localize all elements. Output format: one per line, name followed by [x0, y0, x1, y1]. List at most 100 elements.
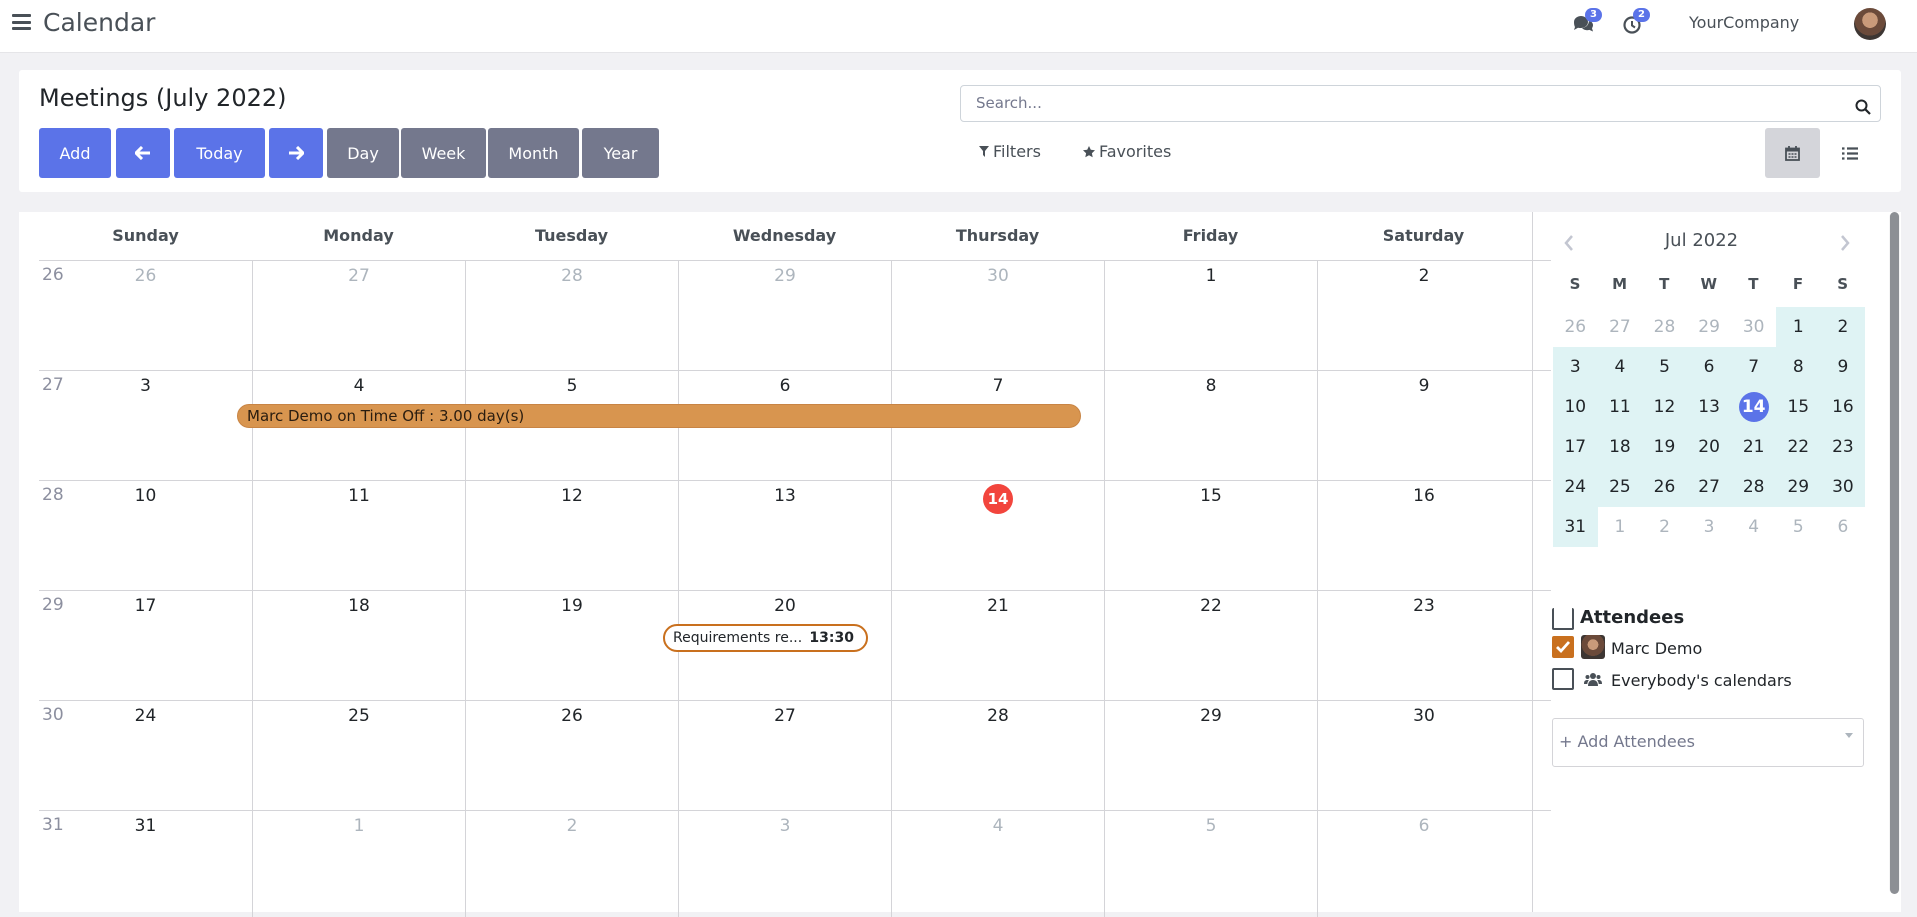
mini-calendar-day[interactable]: 26 [1553, 307, 1598, 347]
day-cell[interactable]: 1 [252, 811, 465, 917]
day-cell[interactable]: 25 [252, 701, 465, 811]
day-cell[interactable]: 19 [465, 591, 678, 701]
scale-day-button[interactable]: Day [327, 128, 399, 178]
add-attendees-input[interactable] [1559, 732, 1839, 751]
day-cell[interactable]: 29 [1104, 701, 1317, 811]
day-cell[interactable]: 17 [39, 591, 252, 701]
scale-year-button[interactable]: Year [582, 128, 659, 178]
mini-calendar-day[interactable]: 30 [1731, 307, 1776, 347]
mini-calendar-day[interactable]: 29 [1776, 467, 1821, 507]
day-cell[interactable]: 23 [1317, 591, 1530, 701]
day-cell[interactable]: 2 [1317, 261, 1530, 371]
day-cell[interactable]: 21 [891, 591, 1104, 701]
time-off-event[interactable]: Marc Demo on Time Off : 3.00 day(s) [237, 404, 1081, 428]
mini-calendar-day[interactable]: 1 [1598, 507, 1643, 547]
mini-calendar-day[interactable]: 27 [1686, 467, 1732, 507]
mini-calendar-day[interactable]: 17 [1553, 427, 1598, 467]
mini-calendar-day[interactable]: 9 [1820, 347, 1866, 387]
mini-calendar-day[interactable]: 3 [1687, 507, 1732, 547]
mini-calendar-day[interactable]: 5 [1642, 347, 1687, 387]
day-cell[interactable]: 10 [39, 481, 252, 591]
favorites-dropdown[interactable]: Favorites [1083, 142, 1171, 161]
day-cell[interactable]: 26 [39, 261, 252, 371]
mini-calendar-day[interactable]: 16 [1820, 387, 1866, 427]
day-cell[interactable]: 12 [465, 481, 678, 591]
mini-calendar-day[interactable]: 4 [1731, 507, 1776, 547]
previous-period-button[interactable] [116, 128, 170, 178]
scale-week-button[interactable]: Week [401, 128, 486, 178]
day-cell[interactable]: 16 [1317, 481, 1530, 591]
mini-calendar-day[interactable]: 21 [1731, 427, 1776, 467]
mini-calendar-day[interactable]: 2 [1642, 507, 1687, 547]
mini-calendar-day[interactable]: 18 [1597, 427, 1643, 467]
mini-calendar-day[interactable]: 3 [1553, 347, 1598, 387]
mini-calendar-day[interactable]: 14 [1731, 387, 1776, 427]
day-cell[interactable]: 27 [252, 261, 465, 371]
next-period-button[interactable] [269, 128, 323, 178]
day-cell[interactable]: 22 [1104, 591, 1317, 701]
day-cell[interactable]: 6 [1317, 811, 1530, 917]
filters-dropdown[interactable]: Filters [979, 142, 1041, 161]
scrollbar-thumb[interactable] [1890, 212, 1899, 894]
mini-calendar-day[interactable]: 15 [1776, 387, 1821, 427]
day-cell[interactable]: 3 [39, 371, 252, 481]
add-button[interactable]: Add [39, 128, 111, 178]
mini-calendar-day[interactable]: 6 [1686, 347, 1732, 387]
day-cell[interactable]: 28 [891, 701, 1104, 811]
mini-calendar-day[interactable]: 23 [1820, 427, 1866, 467]
day-cell[interactable]: 30 [1317, 701, 1530, 811]
attendees-select-all-checkbox[interactable] [1552, 608, 1574, 630]
today-button[interactable]: Today [174, 128, 265, 178]
attendee-checkbox-marc-demo[interactable] [1552, 636, 1574, 658]
mini-calendar-day[interactable]: 6 [1821, 507, 1866, 547]
mini-calendar-day[interactable]: 31 [1553, 507, 1598, 547]
mini-calendar-day[interactable]: 30 [1820, 467, 1866, 507]
scale-month-button[interactable]: Month [488, 128, 579, 178]
day-cell[interactable]: 9 [1317, 371, 1530, 481]
mini-calendar-day[interactable]: 2 [1820, 307, 1866, 347]
meeting-event[interactable]: Requirements re... 13:30 [663, 624, 868, 652]
mini-calendar-day[interactable]: 19 [1642, 427, 1687, 467]
calendar-view-button[interactable] [1765, 128, 1820, 178]
mini-calendar-day[interactable]: 4 [1597, 347, 1643, 387]
attendee-checkbox-everybody[interactable] [1552, 668, 1574, 690]
day-cell[interactable]: 27 [678, 701, 891, 811]
search-icon[interactable] [1855, 99, 1871, 115]
mini-calendar-next-icon[interactable] [1839, 234, 1851, 252]
mini-calendar-day[interactable]: 24 [1553, 467, 1598, 507]
mini-calendar-day[interactable]: 1 [1776, 307, 1821, 347]
day-cell[interactable]: 3 [678, 811, 891, 917]
list-view-button[interactable] [1822, 128, 1877, 178]
mini-calendar-day[interactable]: 28 [1642, 307, 1687, 347]
day-cell[interactable]: 8 [1104, 371, 1317, 481]
activities-clock-icon[interactable]: 2 [1622, 8, 1650, 34]
day-cell[interactable]: 4 [891, 811, 1104, 917]
mini-calendar-day[interactable]: 26 [1642, 467, 1687, 507]
mini-calendar-day[interactable]: 20 [1686, 427, 1732, 467]
mini-calendar-day[interactable]: 10 [1553, 387, 1598, 427]
caret-down-icon[interactable] [1845, 733, 1853, 738]
mini-calendar-day[interactable]: 13 [1686, 387, 1732, 427]
mini-calendar-day[interactable]: 7 [1731, 347, 1776, 387]
day-cell[interactable]: 11 [252, 481, 465, 591]
mini-calendar-day[interactable]: 28 [1731, 467, 1776, 507]
mini-calendar-day[interactable]: 27 [1598, 307, 1643, 347]
day-cell[interactable]: 28 [465, 261, 678, 371]
hamburger-menu-icon[interactable] [12, 14, 31, 30]
day-cell[interactable]: 18 [252, 591, 465, 701]
day-cell[interactable]: 15 [1104, 481, 1317, 591]
day-cell[interactable]: 29 [678, 261, 891, 371]
day-cell[interactable]: 2 [465, 811, 678, 917]
user-avatar[interactable] [1854, 8, 1886, 40]
day-cell[interactable]: 31 [39, 811, 252, 917]
mini-calendar-day[interactable]: 11 [1597, 387, 1643, 427]
vertical-scrollbar[interactable] [1889, 212, 1900, 894]
company-switcher[interactable]: YourCompany [1689, 13, 1799, 32]
mini-calendar-day[interactable]: 22 [1776, 427, 1821, 467]
mini-calendar-day[interactable]: 29 [1687, 307, 1732, 347]
day-cell[interactable]: 24 [39, 701, 252, 811]
messages-icon[interactable]: 3 [1572, 8, 1602, 34]
mini-calendar-day[interactable]: 8 [1776, 347, 1821, 387]
search-input[interactable] [976, 94, 1836, 112]
day-cell[interactable]: 14 [891, 481, 1104, 591]
